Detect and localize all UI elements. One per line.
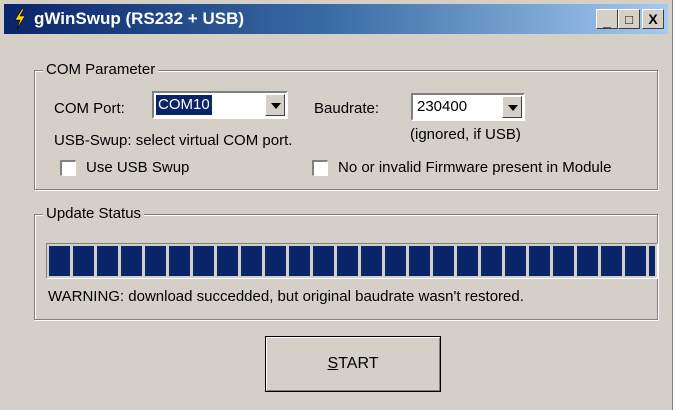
use-usb-checkbox[interactable] xyxy=(60,160,76,176)
baudrate-value: 230400 xyxy=(417,98,468,115)
status-message: WARNING: download succedded, but origina… xyxy=(48,288,524,305)
no-firmware-label[interactable]: No or invalid Firmware present in Module xyxy=(338,159,611,176)
baud-hint-text: (ignored, if USB) xyxy=(410,126,521,143)
usb-hint-text: USB-Swup: select virtual COM port. xyxy=(54,132,293,149)
baudrate-label: Baudrate: xyxy=(314,100,380,117)
baudrate-select[interactable]: 230400 xyxy=(411,93,525,121)
start-button[interactable]: S TART xyxy=(265,336,441,392)
minimize-icon: _ xyxy=(603,13,611,29)
chevron-down-icon[interactable] xyxy=(265,94,285,116)
window-title: gWinSwup (RS232 + USB) xyxy=(34,9,245,28)
com-parameter-legend: COM Parameter xyxy=(43,61,159,78)
chevron-down-icon[interactable] xyxy=(502,96,522,118)
com-port-label: COM Port: xyxy=(54,100,125,117)
update-status-legend: Update Status xyxy=(43,205,145,222)
start-label: TART xyxy=(338,355,379,372)
maximize-button[interactable]: □ xyxy=(618,9,640,29)
progress-fill xyxy=(49,246,655,276)
no-firmware-checkbox[interactable] xyxy=(312,160,328,176)
progress-bar xyxy=(46,243,658,279)
lightning-icon xyxy=(14,9,26,29)
com-port-select[interactable]: COM10 xyxy=(152,91,288,119)
app-window: gWinSwup (RS232 + USB) _ □ X COM Paramet… xyxy=(0,0,673,410)
start-mnemonic: S xyxy=(327,355,339,372)
use-usb-label[interactable]: Use USB Swup xyxy=(86,159,189,176)
close-button[interactable]: X xyxy=(642,9,664,29)
close-icon: X xyxy=(648,11,658,27)
com-port-value: COM10 xyxy=(155,94,213,116)
title-bar[interactable]: gWinSwup (RS232 + USB) _ □ X xyxy=(4,4,668,34)
minimize-button[interactable]: _ xyxy=(596,9,618,29)
maximize-icon: □ xyxy=(625,11,633,27)
